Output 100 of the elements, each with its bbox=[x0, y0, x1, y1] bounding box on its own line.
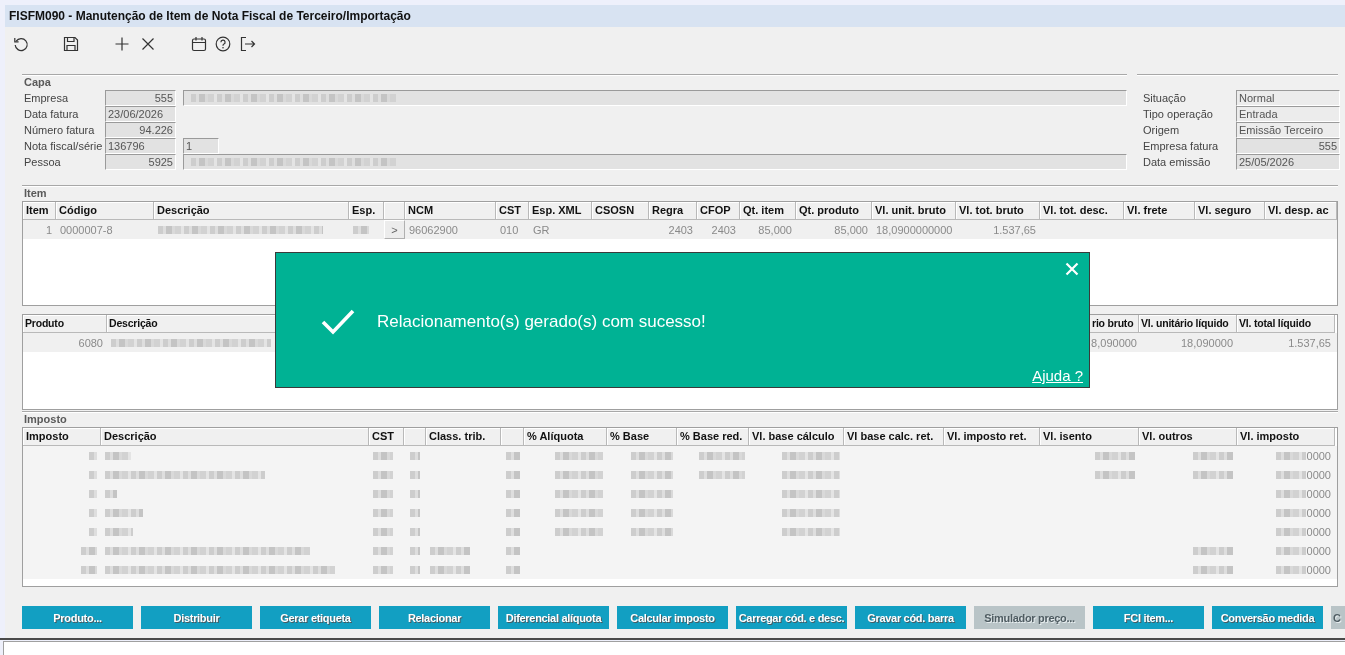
column-header[interactable]: Descrição bbox=[154, 202, 349, 220]
column-header[interactable] bbox=[404, 428, 426, 446]
table-cell: 6080 bbox=[78, 336, 103, 349]
column-header[interactable]: CSOSN bbox=[592, 202, 649, 220]
column-header[interactable] bbox=[501, 428, 524, 446]
exit-icon[interactable] bbox=[240, 36, 256, 52]
input-field[interactable]: 555 bbox=[105, 90, 176, 106]
blurred-text bbox=[505, 508, 520, 517]
column-header[interactable]: Vl. imposto ret. bbox=[944, 428, 1040, 446]
cross-icon[interactable] bbox=[140, 36, 156, 52]
column-header[interactable]: Esp. XML bbox=[529, 202, 592, 220]
column-header[interactable]: Vl. frete bbox=[1124, 202, 1195, 220]
blurred-text bbox=[89, 451, 97, 460]
column-header[interactable]: Vl. unit. bruto bbox=[872, 202, 956, 220]
blurred-text bbox=[782, 451, 840, 460]
column-header[interactable]: rio bruto bbox=[1090, 315, 1139, 333]
table-cell: 0000 bbox=[1306, 544, 1331, 557]
column-header[interactable]: CST bbox=[496, 202, 529, 220]
column-header[interactable]: Descrição bbox=[101, 428, 369, 446]
blurred-text bbox=[1275, 489, 1306, 498]
column-header[interactable]: Vl. desp. ac bbox=[1265, 202, 1337, 220]
column-header[interactable]: Class. trib. bbox=[426, 428, 501, 446]
table-cell: 85,000 bbox=[758, 223, 792, 236]
blurred-text bbox=[373, 546, 393, 555]
column-header[interactable]: Vl base calc. ret. bbox=[844, 428, 944, 446]
input-field[interactable]: 25/05/2026 bbox=[1236, 154, 1340, 170]
column-header[interactable]: Vl. outros bbox=[1139, 428, 1237, 446]
column-header[interactable]: Vl. total líquido bbox=[1237, 315, 1335, 333]
row-button[interactable]: > bbox=[384, 220, 405, 239]
blurred-text bbox=[505, 527, 520, 536]
column-header[interactable]: Vl. base cálculo bbox=[749, 428, 844, 446]
column-header[interactable]: Imposto bbox=[23, 428, 101, 446]
add-icon[interactable] bbox=[114, 36, 130, 52]
column-header[interactable]: Qt. produto bbox=[796, 202, 872, 220]
column-header[interactable]: CST bbox=[369, 428, 404, 446]
column-header[interactable]: CFOP bbox=[697, 202, 740, 220]
column-header[interactable]: Vl. tot. desc. bbox=[1040, 202, 1124, 220]
column-header[interactable] bbox=[384, 202, 405, 220]
column-header[interactable]: Vl. isento bbox=[1040, 428, 1139, 446]
column-header[interactable]: NCM bbox=[405, 202, 496, 220]
column-header[interactable]: % Alíquota bbox=[524, 428, 607, 446]
blurred-text bbox=[631, 489, 673, 498]
column-header[interactable]: Qt. item bbox=[740, 202, 796, 220]
blurred-text bbox=[699, 470, 745, 479]
blurred-text bbox=[555, 451, 603, 460]
column-header[interactable]: Vl. seguro bbox=[1195, 202, 1265, 220]
column-header[interactable]: Vl. imposto bbox=[1237, 428, 1335, 446]
blurred-text bbox=[631, 508, 673, 517]
input-field[interactable]: 5925 bbox=[105, 154, 176, 170]
input-field[interactable]: Emissão Terceiro bbox=[1236, 122, 1340, 138]
table-row[interactable]: 1 0000007-8 > 96062900 010 GR 2403 2403 85,000 85,000 18,0900000000 1.537,65 bbox=[23, 220, 1337, 239]
input-field[interactable]: 555 bbox=[1236, 138, 1340, 154]
column-header[interactable]: Esp. bbox=[349, 202, 384, 220]
blurred-text bbox=[782, 508, 840, 517]
blurred-text bbox=[89, 470, 97, 479]
input-field[interactable]: 1 bbox=[183, 138, 219, 154]
calendar-icon[interactable] bbox=[191, 36, 207, 52]
blurred-text bbox=[105, 508, 143, 517]
section-title: Imposto bbox=[23, 412, 67, 427]
window-title: FISFM090 - Manutenção de Item de Nota Fiscal de Terceiro/Importação bbox=[5, 5, 1345, 27]
column-header[interactable]: Item bbox=[23, 202, 56, 220]
input-field[interactable] bbox=[183, 90, 1127, 106]
blurred-text bbox=[89, 508, 97, 517]
column-header[interactable]: Vl. unitário líquido bbox=[1139, 315, 1237, 333]
blurred-text bbox=[1193, 565, 1233, 574]
blurred-text bbox=[505, 546, 520, 555]
blurred-text bbox=[1193, 451, 1233, 460]
column-header[interactable]: % Base bbox=[607, 428, 677, 446]
field-label: Data emissão bbox=[1142, 155, 1212, 170]
input-field[interactable]: 94.226 bbox=[105, 122, 176, 138]
blurred-text bbox=[81, 565, 97, 574]
input-field[interactable]: 23/06/2026 bbox=[105, 106, 176, 122]
close-icon[interactable] bbox=[1065, 262, 1079, 276]
column-header[interactable]: % Base red. bbox=[677, 428, 749, 446]
table-cell: 96062900 bbox=[409, 223, 458, 236]
table-cell: 0000 bbox=[1306, 506, 1331, 519]
blurred-text bbox=[782, 470, 840, 479]
field-label: Empresa bbox=[23, 91, 70, 106]
column-header[interactable]: Vl. tot. bruto bbox=[956, 202, 1040, 220]
blurred-text bbox=[555, 508, 603, 517]
column-header[interactable]: Código bbox=[56, 202, 154, 220]
input-field[interactable]: Entrada bbox=[1236, 106, 1340, 122]
undo-icon[interactable] bbox=[13, 36, 29, 52]
blurred-text bbox=[105, 451, 131, 460]
blurred-text bbox=[105, 527, 133, 536]
input-field[interactable]: 136796 bbox=[105, 138, 176, 154]
input-field[interactable]: Normal bbox=[1236, 90, 1340, 106]
blurred-text bbox=[505, 470, 520, 479]
help-icon[interactable] bbox=[215, 36, 231, 52]
blurred-text bbox=[555, 527, 603, 536]
save-icon[interactable] bbox=[63, 36, 79, 52]
column-header[interactable]: Produto bbox=[23, 315, 107, 333]
column-header[interactable]: Regra bbox=[649, 202, 697, 220]
table-cell: 18,0900000000 bbox=[876, 223, 953, 236]
blurred-text bbox=[430, 565, 470, 574]
table-cell: 1 bbox=[45, 223, 52, 236]
input-field[interactable] bbox=[183, 154, 1127, 170]
blurred-text bbox=[631, 527, 673, 536]
table-cell: 0000007-8 bbox=[60, 223, 113, 236]
section-title: Item bbox=[23, 186, 47, 201]
